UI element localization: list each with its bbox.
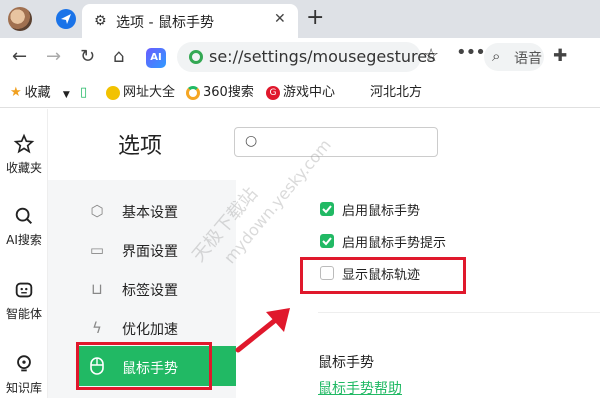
ai-icon[interactable]: AI	[146, 48, 166, 68]
toolbar: ← → ↻ ⌂ AI se://settings/mousegestures ☆…	[0, 38, 600, 78]
rail-label: 知识库	[5, 381, 42, 395]
more-icon[interactable]: •••	[456, 42, 486, 63]
home-icon[interactable]: ⌂	[113, 46, 124, 68]
highlight-box-nav	[76, 342, 212, 390]
checkbox-checked[interactable]	[320, 234, 334, 248]
star-outline-icon	[13, 133, 35, 154]
tab-icon: ⊔	[91, 280, 103, 298]
active-tab[interactable]: ⚙ 选项 - 鼠标手势 ✕	[82, 4, 298, 38]
side-rail: 收藏夹 AI搜索 智能体 知识库	[0, 109, 48, 398]
section-title: 鼠标手势	[318, 355, 374, 371]
secure-icon	[189, 50, 203, 64]
profile-avatar[interactable]	[8, 7, 32, 31]
gear-icon: ⚙	[94, 13, 107, 29]
bookmark-hebei[interactable]: 河北北方	[370, 84, 422, 102]
search-placeholder: 语音	[514, 51, 542, 67]
nav-label: 优化加速	[122, 322, 178, 338]
bookmark-star-icon[interactable]: ☆	[423, 45, 439, 66]
bulb-icon	[17, 355, 31, 372]
pinned-tab-icon[interactable]	[56, 9, 76, 29]
rail-ai-search[interactable]: AI搜索	[0, 205, 48, 248]
page-title: 选项	[118, 134, 163, 159]
star-icon: ★	[10, 85, 22, 100]
address-bar[interactable]: se://settings/mousegestures	[177, 42, 435, 72]
tab-strip: ⚙ 选项 - 鼠标手势 ✕ +	[0, 0, 600, 38]
search-icon: ⌕	[492, 47, 501, 65]
search-icon	[15, 207, 33, 225]
360-logo-icon	[186, 85, 200, 100]
yellow-logo-icon	[106, 85, 120, 100]
extensions-icon[interactable]: ✚	[553, 46, 567, 66]
option-label: 启用鼠标手势提示	[342, 236, 447, 251]
reload-icon[interactable]: ↻	[80, 46, 95, 68]
new-tab-button[interactable]: +	[306, 6, 324, 30]
rail-agent[interactable]: 智能体	[0, 279, 48, 322]
forward-icon[interactable]: →	[46, 46, 61, 68]
back-icon[interactable]: ←	[12, 46, 27, 68]
search-icon: ○	[245, 133, 258, 149]
section-divider	[318, 312, 600, 313]
rail-knowledge[interactable]: 知识库	[0, 353, 48, 396]
search-box[interactable]: ⌕ 语音	[484, 43, 544, 71]
bookmark-hao[interactable]: 网址大全	[106, 84, 175, 102]
rail-favorites[interactable]: 收藏夹	[0, 133, 48, 176]
url-text[interactable]: se://settings/mousegestures	[209, 47, 435, 66]
dropdown-icon: ▼	[62, 89, 70, 100]
option-label: 显示鼠标轨迹	[342, 268, 421, 283]
close-icon[interactable]: ✕	[274, 11, 286, 27]
rail-label: AI搜索	[6, 233, 42, 247]
option-label: 启用鼠标手势	[342, 204, 421, 219]
checkbox-unchecked[interactable]	[320, 266, 334, 280]
hexagon-icon: ⬡	[90, 202, 104, 220]
tab-title: 选项 - 鼠标手势	[116, 15, 214, 31]
settings-search-input[interactable]: ○	[234, 127, 438, 157]
bookmarks-bar: ★ 收藏 ▼ ▯ 网址大全 360搜索 G 游戏中心 河北北方	[0, 78, 600, 108]
lightning-icon: ϟ	[92, 319, 102, 337]
bookmark-favorites[interactable]: ★ 收藏 ▼	[10, 84, 70, 104]
bookmark-game[interactable]: G 游戏中心	[266, 84, 335, 102]
nav-label: 界面设置	[122, 244, 178, 260]
game-logo-icon: G	[266, 85, 280, 100]
rail-label: 智能体	[5, 307, 42, 321]
rail-label: 收藏夹	[5, 161, 42, 175]
nav-label: 基本设置	[122, 205, 178, 221]
robot-icon	[15, 282, 33, 298]
gesture-help-link[interactable]: 鼠标手势帮助	[318, 378, 402, 398]
nav-label: 标签设置	[122, 283, 178, 299]
window-icon: ▭	[89, 241, 105, 259]
phone-icon[interactable]: ▯	[80, 84, 87, 102]
red-arrow-icon	[235, 308, 290, 353]
nav-tabs[interactable]: ⊔ 标签设置	[78, 270, 236, 308]
bookmark-360[interactable]: 360搜索	[186, 84, 254, 102]
checkbox-checked[interactable]	[320, 202, 334, 216]
